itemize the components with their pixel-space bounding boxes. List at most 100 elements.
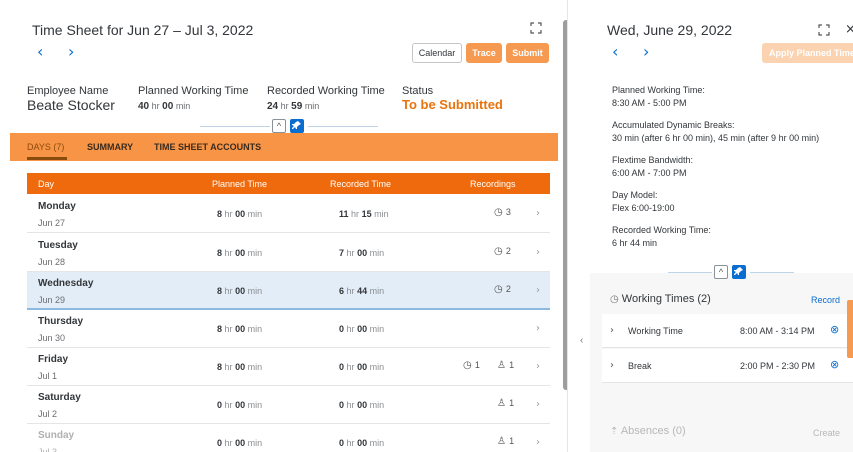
- tab-summary[interactable]: SUMMARY: [87, 142, 133, 152]
- employee-name-label: Employee Name: [27, 85, 109, 97]
- column-planned-time: Planned Time: [212, 179, 268, 189]
- delete-entry-icon[interactable]: ⊗: [830, 358, 839, 371]
- calendar-button[interactable]: Calendar: [412, 43, 462, 63]
- planned-time-cell: 8 hr 00 min: [217, 324, 263, 334]
- next-day-arrow-icon[interactable]: ›: [643, 44, 649, 60]
- day-name: Sunday: [38, 430, 75, 441]
- time-recording-icon: ◷: [494, 207, 503, 218]
- table-row[interactable]: Sunday Jul 3 0 hr 00 min 0 hr 00 min ♙ 1…: [27, 424, 550, 452]
- day-date: Jun 27: [38, 218, 66, 228]
- absence-recordings-count: ♙ 1: [497, 436, 515, 447]
- table-row[interactable]: Saturday Jul 2 0 hr 00 min 0 hr 00 min ♙…: [27, 386, 550, 424]
- recorded-time-cell: 0 hr 00 min: [339, 400, 385, 410]
- time-recordings-count: ◷ 3: [494, 207, 511, 218]
- trace-button[interactable]: Trace: [466, 43, 502, 63]
- recorded-time-cell: 0 hr 00 min: [339, 438, 385, 448]
- info-value: 8:30 AM - 5:00 PM: [612, 98, 687, 108]
- absence-recordings-count: ♙ 1: [497, 398, 515, 409]
- header-divider: [308, 126, 378, 127]
- day-name: Wednesday: [38, 278, 94, 289]
- day-detail-title: Wed, June 29, 2022: [607, 22, 733, 38]
- day-name: Saturday: [38, 392, 81, 403]
- day-name: Tuesday: [38, 240, 78, 251]
- employee-name: Beate Stocker: [27, 97, 115, 113]
- working-time-name: Break: [628, 361, 652, 371]
- recorded-working-time-label: Recorded Working Time: [267, 85, 385, 97]
- clock-icon: ◷: [610, 294, 619, 305]
- day-name: Thursday: [38, 316, 84, 327]
- day-date: Jul 3: [38, 447, 58, 452]
- collapse-header-icon[interactable]: ^: [272, 119, 286, 133]
- table-row[interactable]: Monday Jun 27 8 hr 00 min 11 hr 15 min ◷…: [27, 195, 550, 233]
- planned-time-cell: 8 hr 00 min: [217, 362, 263, 372]
- pin-header-icon[interactable]: [290, 119, 304, 133]
- vertical-scrollbar[interactable]: [563, 20, 567, 390]
- person-icon: ♙: [497, 398, 506, 409]
- previous-day-arrow-icon[interactable]: ‹: [612, 44, 618, 60]
- submit-button[interactable]: Submit: [506, 43, 549, 63]
- chevron-right-icon: ›: [536, 208, 540, 219]
- fullscreen-icon[interactable]: [530, 22, 544, 36]
- table-row[interactable]: Tuesday Jun 28 8 hr 00 min 7 hr 00 min ◷…: [27, 234, 550, 272]
- working-time-row[interactable]: › Break 2:00 PM - 2:30 PM ⊗: [602, 349, 853, 383]
- working-time-range: 2:00 PM - 2:30 PM: [740, 361, 816, 371]
- absence-icon: ⇡: [610, 426, 619, 437]
- chevron-right-icon: ›: [536, 399, 540, 410]
- person-icon: ♙: [497, 360, 506, 371]
- time-recording-icon: ◷: [494, 246, 503, 257]
- apply-planned-time-button[interactable]: Apply Planned Time: [762, 43, 853, 63]
- absences-heading: ⇡ Absences (0): [610, 425, 686, 437]
- recorded-time-cell: 6 hr 44 min: [339, 286, 385, 296]
- planned-time-cell: 8 hr 00 min: [217, 248, 263, 258]
- timesheet-tabbar: DAYS (7) SUMMARY TIME SHEET ACCOUNTS: [10, 133, 558, 161]
- info-value: Flex 6:00-19:00: [612, 203, 675, 213]
- time-recordings-count: ◷ 2: [494, 246, 511, 257]
- info-label: Recorded Working Time:: [612, 225, 711, 235]
- close-icon[interactable]: ×: [845, 22, 853, 37]
- recorded-time-cell: 7 hr 00 min: [339, 248, 385, 258]
- fullscreen-icon[interactable]: [818, 24, 832, 38]
- status-value: To be Submitted: [402, 97, 503, 112]
- chevron-right-icon: ›: [610, 360, 614, 371]
- status-label: Status: [402, 85, 434, 97]
- info-value: 6:00 AM - 7:00 PM: [612, 168, 687, 178]
- chevron-right-icon: ›: [536, 285, 540, 296]
- days-table-header: Day Planned Time Recorded Time Recording…: [27, 173, 550, 194]
- header-divider: [200, 126, 270, 127]
- chevron-right-icon: ›: [536, 323, 540, 334]
- column-recordings: Recordings: [470, 179, 516, 189]
- tab-time-sheet-accounts[interactable]: TIME SHEET ACCOUNTS: [154, 142, 261, 152]
- next-week-arrow-icon[interactable]: ›: [68, 44, 74, 60]
- day-date: Jul 1: [38, 371, 58, 381]
- table-row[interactable]: Friday Jul 1 8 hr 00 min 0 hr 00 min ◷ 1…: [27, 348, 550, 386]
- time-recording-icon: ◷: [463, 360, 472, 371]
- recorded-working-time-value: 24 hr 59 min: [267, 101, 320, 112]
- planned-time-cell: 8 hr 00 min: [217, 286, 263, 296]
- create-link[interactable]: Create: [813, 428, 840, 438]
- recorded-time-cell: 0 hr 00 min: [339, 324, 385, 334]
- column-recorded-time: Recorded Time: [330, 179, 392, 189]
- chevron-right-icon: ›: [536, 361, 540, 372]
- timesheet-pane: Time Sheet for Jun 27 – Jul 3, 2022 ‹ › …: [0, 0, 568, 452]
- working-time-row[interactable]: › Working Time 8:00 AM - 3:14 PM ⊗: [602, 314, 853, 348]
- record-link[interactable]: Record: [811, 295, 840, 305]
- day-detail-pane: Wed, June 29, 2022 × ‹ › Apply Planned T…: [590, 0, 853, 452]
- info-label: Accumulated Dynamic Breaks:: [612, 120, 735, 130]
- side-panel-handle[interactable]: [847, 300, 853, 358]
- collapse-header-icon[interactable]: ^: [714, 265, 728, 279]
- info-label: Planned Working Time:: [612, 85, 705, 95]
- table-row[interactable]: Wednesday Jun 29 8 hr 00 min 6 hr 44 min…: [27, 272, 550, 310]
- time-recording-icon: ◷: [494, 284, 503, 295]
- delete-entry-icon[interactable]: ⊗: [830, 323, 839, 336]
- recorded-time-cell: 11 hr 15 min: [339, 209, 389, 219]
- previous-week-arrow-icon[interactable]: ‹: [37, 44, 43, 60]
- tab-days[interactable]: DAYS (7): [27, 142, 64, 152]
- day-date: Jul 2: [38, 409, 58, 419]
- day-date: Jun 30: [38, 333, 66, 343]
- absence-recordings-count: ♙ 1: [497, 360, 515, 371]
- info-label: Day Model:: [612, 190, 658, 200]
- planned-working-time-value: 40 hr 00 min: [138, 101, 191, 112]
- pin-header-icon[interactable]: [732, 265, 746, 279]
- pane-resize-grip-icon[interactable]: ‹: [580, 335, 583, 346]
- table-row[interactable]: Thursday Jun 30 8 hr 00 min 0 hr 00 min …: [27, 310, 550, 348]
